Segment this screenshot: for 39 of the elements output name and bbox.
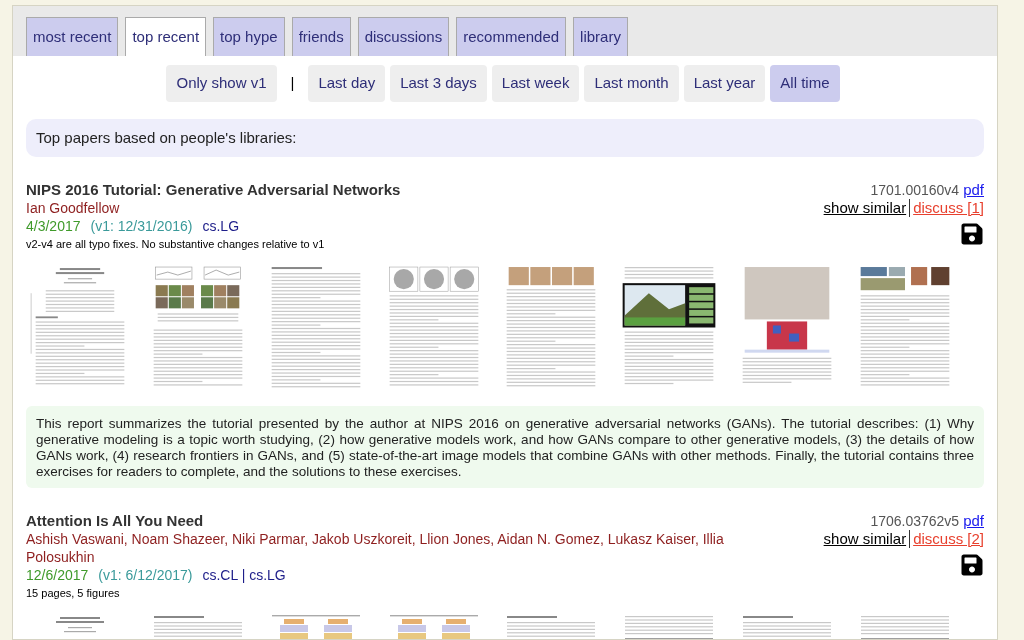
- time-range-button[interactable]: Last week: [491, 65, 580, 102]
- nav-tab[interactable]: top recent: [125, 17, 207, 56]
- paper-abstract: This report summarizes the tutorial presented by the author at NIPS 2016 on generative adversarial networks (GANs). The tutorial describes: (1) Why generative modeling is a topic worth studying, (2) how generative models work, and how GANs compare to other generative models, (3) the details of how GANs work, (4) research frontiers in GANs, and (5) state-of-the-art image models that combine GANs with other methods. Finally, the tutorial contains three exercises for readers to complete, and the solutions to these exercises.: [26, 406, 984, 488]
- time-range-button[interactable]: Last 3 days: [390, 65, 487, 102]
- nav-tab[interactable]: recommended: [456, 17, 567, 56]
- discuss-link[interactable]: discuss [2]: [909, 530, 984, 548]
- filter-separator: |: [289, 73, 296, 94]
- pdf-link[interactable]: pdf: [963, 512, 984, 530]
- paper-title: Attention Is All You Need: [26, 512, 205, 530]
- save-icon[interactable]: [960, 553, 984, 577]
- paper-categories: cs.CL | cs.LG: [202, 566, 286, 584]
- first-version-date: (v1: 6/12/2017): [98, 566, 193, 584]
- paper-note: 15 pages, 5 figures: [26, 586, 121, 601]
- first-version-date: (v1: 12/31/2016): [90, 217, 193, 235]
- paper-authors: Ian Goodfellow: [26, 199, 121, 217]
- time-range-button[interactable]: Last day: [308, 65, 386, 102]
- nav-tab[interactable]: library: [573, 17, 628, 56]
- show-similar-link[interactable]: show similar: [823, 530, 907, 548]
- nav-tab[interactable]: discussions: [357, 17, 450, 56]
- arxiv-id: 1701.00160v4: [870, 181, 960, 199]
- paper-categories: cs.LG: [202, 217, 240, 235]
- publish-date: 12/6/2017: [26, 566, 89, 584]
- nav-tab[interactable]: most recent: [26, 17, 119, 56]
- discuss-link[interactable]: discuss [1]: [909, 199, 984, 217]
- paper-title: NIPS 2016 Tutorial: Generative Adversarial Networks: [26, 181, 402, 199]
- time-range-button[interactable]: All time: [770, 65, 840, 102]
- pdf-link[interactable]: pdf: [963, 181, 984, 199]
- time-range-button[interactable]: Last month: [584, 65, 679, 102]
- paper-note: v2-v4 are all typo fixes. No substantive changes relative to v1: [26, 237, 326, 252]
- publish-date: 4/3/2017: [26, 217, 81, 235]
- time-range-button[interactable]: Last year: [683, 65, 766, 102]
- save-icon[interactable]: [960, 222, 984, 246]
- nav-tab[interactable]: friends: [291, 17, 351, 56]
- paper-authors: Ashish Vaswani, Noam Shazeer, Niki Parmar, Jakob Uszkoreit, Llion Jones, Aidan N. Gomez, Lukasz Kaiser, Illia Polosukhin: [26, 530, 725, 566]
- only-v1-toggle[interactable]: Only show v1: [166, 65, 277, 102]
- nav-tab[interactable]: top hype: [213, 17, 285, 56]
- info-banner: Top papers based on people's libraries:: [26, 119, 984, 157]
- show-similar-link[interactable]: show similar: [823, 199, 907, 217]
- arxiv-id: 1706.03762v5: [870, 512, 960, 530]
